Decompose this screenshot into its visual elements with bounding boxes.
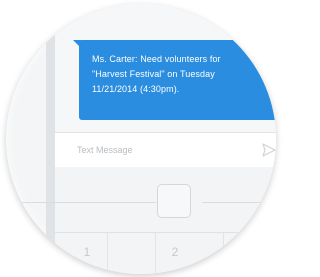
message-line-2: "Harvest Festival" on Tuesday — [92, 69, 215, 79]
message-line-3: 11/21/2014 (4:30pm). — [92, 84, 180, 94]
message-composer — [55, 132, 276, 168]
text-message-input[interactable] — [77, 142, 247, 158]
key-divider — [107, 233, 108, 274]
divider-line-left — [12, 202, 156, 203]
magnified-phone-view: Ms. Carter: Need volunteers for "Harvest… — [6, 4, 276, 274]
message-text: Ms. Carter: Need volunteers for "Harvest… — [92, 52, 276, 97]
key-1[interactable]: 1 — [77, 245, 97, 259]
message-line-1: Ms. Carter: Need volunteers for — [92, 54, 221, 64]
keypad-row: 1 2 — [55, 232, 276, 274]
key-2[interactable]: 2 — [165, 245, 185, 259]
divider-line-right — [202, 202, 276, 203]
key-divider — [155, 233, 156, 274]
key-divider — [223, 233, 224, 274]
send-icon[interactable] — [261, 142, 276, 158]
home-button[interactable] — [157, 184, 191, 218]
